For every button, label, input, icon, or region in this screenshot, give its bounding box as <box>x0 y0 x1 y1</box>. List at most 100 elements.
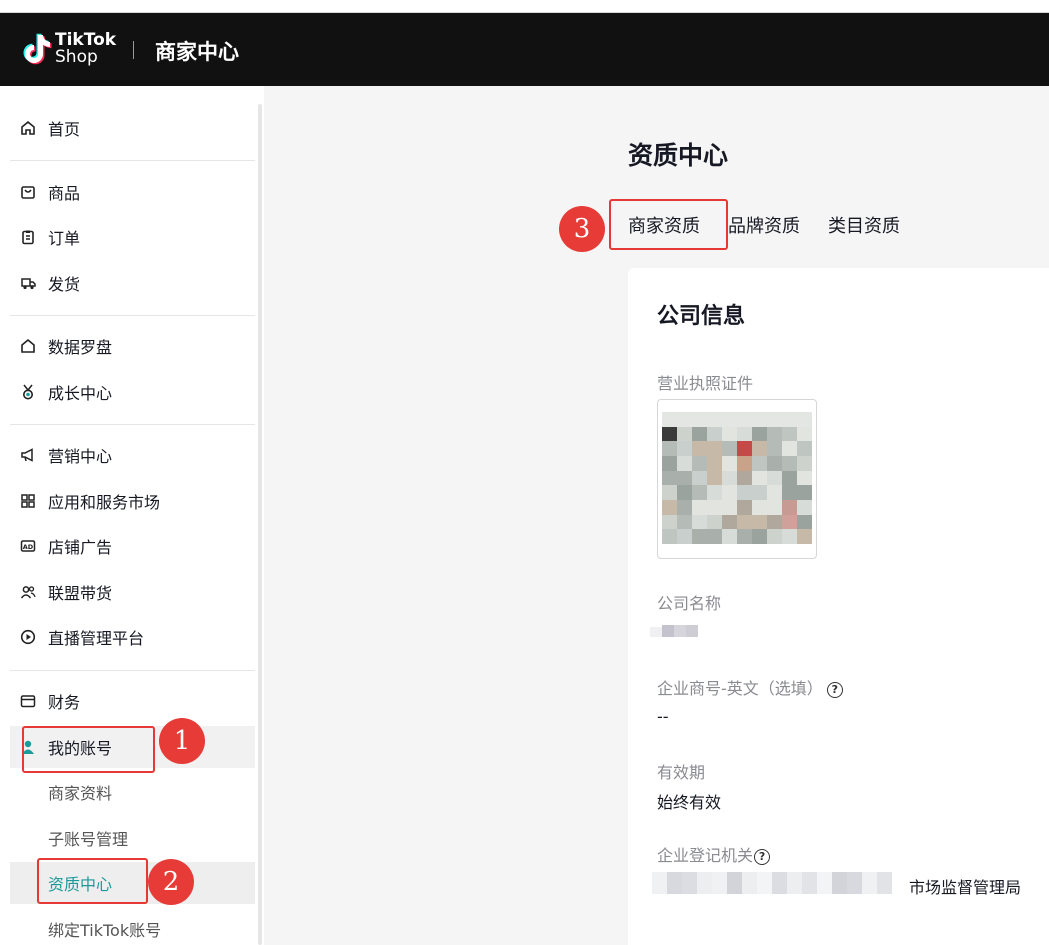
sidebar-subitem-subaccounts[interactable]: 子账号管理 <box>10 817 255 859</box>
mosaic-cell <box>677 426 692 442</box>
company-name-label: 公司名称 <box>657 594 722 613</box>
page-title: 资质中心 <box>628 141 729 170</box>
sidebar-item-label: 营销中心 <box>48 447 113 466</box>
tab-category-qualification[interactable]: 类目资质 <box>828 212 900 238</box>
redaction-cell <box>757 872 772 894</box>
mosaic-cell <box>782 485 797 500</box>
mosaic-cell <box>677 470 692 486</box>
highlight-box-merchant-tab <box>609 199 728 250</box>
mosaic-cell <box>752 485 767 500</box>
redaction-cell <box>712 872 727 894</box>
authority-label: 企业登记机关? <box>657 842 771 866</box>
mosaic-cell <box>797 485 812 500</box>
english-name-value: -- <box>657 707 669 726</box>
mosaic-cell <box>797 426 812 442</box>
sidebar-divider <box>10 315 255 316</box>
mosaic-cell <box>752 529 767 544</box>
help-icon[interactable]: ? <box>826 682 843 698</box>
sidebar-scrollbar[interactable] <box>258 104 262 945</box>
mosaic-cell <box>752 514 767 530</box>
license-label: 营业执照证件 <box>657 374 754 393</box>
top-header: TikTok Shop 商家中心 <box>0 13 1049 86</box>
mosaic-cell <box>722 500 737 515</box>
header-divider <box>133 41 134 59</box>
redaction-cell <box>877 872 892 894</box>
sidebar-item-label: 财务 <box>48 693 81 712</box>
redaction-cell <box>682 872 697 894</box>
mosaic-cell <box>677 412 692 427</box>
step-badge-2: 2 <box>148 859 194 905</box>
mosaic-cell <box>797 412 812 427</box>
mosaic-cell <box>722 514 737 530</box>
sidebar-item-affiliate[interactable]: 联盟带货 <box>10 571 255 613</box>
mosaic-cell <box>767 485 782 500</box>
sidebar-item-products[interactable]: 商品 <box>10 171 255 213</box>
mosaic-cell <box>677 529 692 544</box>
english-name-label-text: 企业商号-英文（选填） <box>657 679 823 698</box>
redaction-cell <box>697 872 712 894</box>
mosaic-cell <box>722 529 737 544</box>
redaction-cell <box>862 872 877 894</box>
sidebar-item-store-ads[interactable]: AD 店铺广告 <box>10 525 255 567</box>
mosaic-cell <box>782 426 797 442</box>
tiktok-logo-icon[interactable] <box>16 29 56 69</box>
window-top-edge <box>0 0 1049 13</box>
company-name-redacted <box>650 625 710 641</box>
sidebar-item-marketing[interactable]: 营销中心 <box>10 434 255 476</box>
mosaic-cell <box>722 485 737 500</box>
clipboard-icon <box>20 229 36 245</box>
mosaic-cell <box>677 485 692 500</box>
mosaic-cell <box>797 514 812 530</box>
sidebar-item-label: 订单 <box>48 229 81 248</box>
mosaic-cell <box>737 426 752 442</box>
mosaic-cell <box>707 529 722 544</box>
mosaic-cell <box>782 441 797 456</box>
mosaic-cell <box>737 441 752 456</box>
sidebar-item-finance[interactable]: 财务 <box>10 680 255 722</box>
mosaic-cell <box>752 470 767 486</box>
mosaic-cell <box>752 441 767 456</box>
sidebar-subitem-merchant-profile[interactable]: 商家资料 <box>10 771 255 813</box>
mosaic-cell <box>707 485 722 500</box>
mosaic-cell <box>797 500 812 515</box>
mosaic-cell <box>662 529 677 544</box>
mosaic-cell <box>692 485 707 500</box>
mosaic-cell <box>797 529 812 544</box>
sidebar-item-label: 联盟带货 <box>48 584 113 603</box>
sidebar-subitem-label: 商家资料 <box>48 784 113 803</box>
redaction-cell <box>847 872 862 894</box>
mosaic-cell <box>677 441 692 456</box>
sidebar-item-data-compass[interactable]: 数据罗盘 <box>10 325 255 367</box>
sidebar-item-orders[interactable]: 订单 <box>10 216 255 258</box>
authority-redacted <box>652 872 898 894</box>
mosaic-cell <box>737 485 752 500</box>
sidebar-item-growth[interactable]: 成长中心 <box>10 371 255 413</box>
sidebar-divider <box>10 160 255 161</box>
validity-label: 有效期 <box>657 763 706 782</box>
mosaic-cell <box>797 441 812 456</box>
sidebar-item-app-market[interactable]: 应用和服务市场 <box>10 480 255 522</box>
sidebar-item-label: 应用和服务市场 <box>48 493 161 512</box>
sidebar-item-shipping[interactable]: 发货 <box>10 262 255 304</box>
mosaic-cell <box>692 500 707 515</box>
sidebar-subitem-bind-tiktok[interactable]: 绑定TikTok账号 <box>10 908 255 945</box>
mosaic-cell <box>692 529 707 544</box>
sidebar-item-home[interactable]: 首页 <box>10 107 255 149</box>
brand-wordmark: TikTok Shop <box>55 32 116 66</box>
mosaic-cell <box>707 500 722 515</box>
play-icon <box>20 629 36 645</box>
sidebar-item-live-platform[interactable]: 直播管理平台 <box>10 616 255 658</box>
help-icon[interactable]: ? <box>754 849 771 865</box>
mosaic-cell <box>692 470 707 486</box>
mosaic-cell <box>722 456 737 471</box>
ad-icon: AD <box>20 538 36 554</box>
highlight-box-qualification-center <box>37 858 148 904</box>
tab-brand-qualification[interactable]: 品牌资质 <box>728 212 800 238</box>
mosaic-cell <box>722 441 737 456</box>
sidebar-item-label: 直播管理平台 <box>48 629 145 648</box>
megaphone-icon <box>20 447 36 463</box>
business-license-thumbnail[interactable] <box>657 399 817 559</box>
compass-icon <box>20 338 36 354</box>
authority-value-suffix: 市场监督管理局 <box>909 878 1022 897</box>
mosaic-cell <box>722 412 737 427</box>
